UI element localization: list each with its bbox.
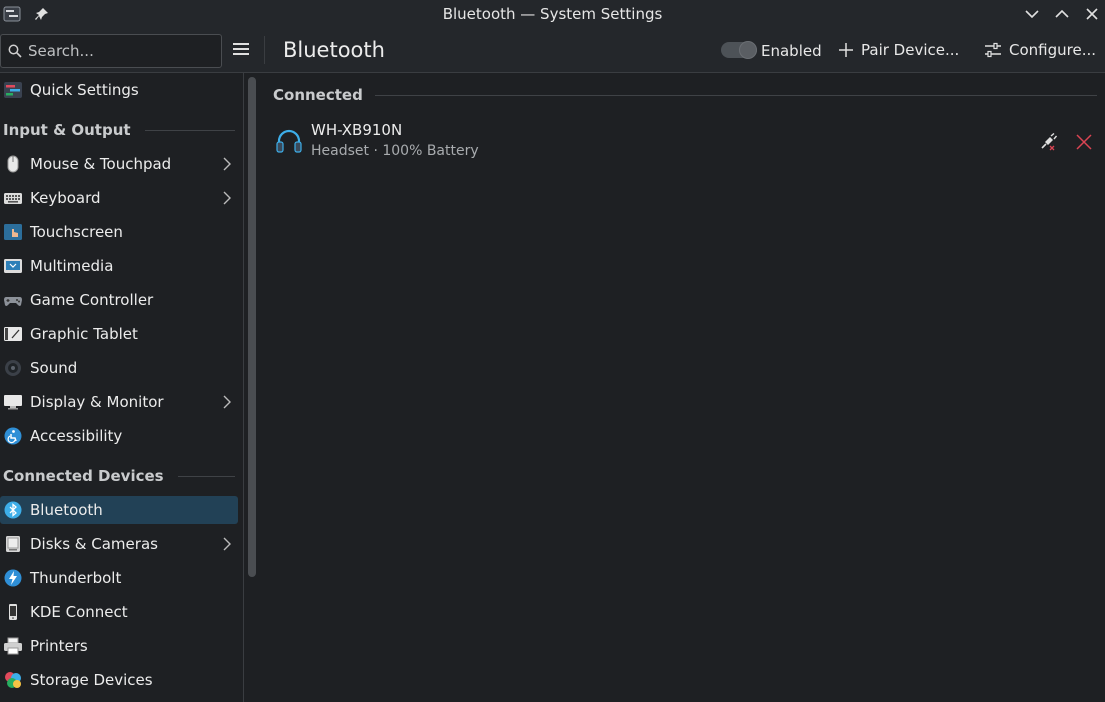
disk-icon	[3, 534, 23, 554]
sidebar-item-bluetooth[interactable]: Bluetooth	[0, 496, 238, 524]
device-subtitle: Headset · 100% Battery	[311, 143, 479, 159]
sidebar-item-thunderbolt[interactable]: Thunderbolt	[0, 564, 238, 592]
monitor-icon	[3, 392, 23, 412]
close-icon	[1076, 134, 1092, 150]
sidebar-item-sound[interactable]: Sound	[0, 354, 238, 382]
configure-button[interactable]: Configure...	[984, 41, 1096, 59]
section-header-connected-devices: Connected Devices	[3, 465, 235, 487]
quick-settings-icon	[3, 80, 23, 100]
sidebar-item-label: Multimedia	[30, 257, 114, 275]
sidebar-item-label: Keyboard	[30, 189, 101, 207]
hamburger-menu-icon[interactable]	[232, 41, 252, 59]
chevron-right-icon	[223, 537, 231, 551]
touchscreen-icon	[3, 222, 23, 242]
sidebar-item-display-monitor[interactable]: Display & Monitor	[0, 388, 238, 416]
sidebar-item-label: Storage Devices	[30, 671, 153, 689]
sidebar-item-label: Display & Monitor	[30, 393, 164, 411]
sidebar-item-label: KDE Connect	[30, 603, 128, 621]
main-content: Connected WH-XB910N Headset · 100% Batte…	[265, 73, 1105, 702]
search-box[interactable]	[0, 34, 222, 68]
sidebar-item-graphic-tablet[interactable]: Graphic Tablet	[0, 320, 238, 348]
device-row[interactable]: WH-XB910N Headset · 100% Battery	[273, 115, 1101, 167]
disconnect-button[interactable]	[1037, 131, 1059, 153]
accessibility-icon	[3, 426, 23, 446]
toggle-knob	[739, 41, 757, 59]
keyboard-icon	[3, 188, 23, 208]
sidebar-item-label: Graphic Tablet	[30, 325, 138, 343]
pair-device-label: Pair Device...	[861, 41, 960, 59]
section-header-input-output: Input & Output	[3, 119, 235, 141]
sidebar-item-disks-cameras[interactable]: Disks & Cameras	[0, 530, 238, 558]
bluetooth-icon	[3, 500, 23, 520]
device-name: WH-XB910N	[311, 121, 403, 139]
chevron-right-icon	[223, 395, 231, 409]
sidebar-item-multimedia[interactable]: Multimedia	[0, 252, 238, 280]
disconnect-icon	[1041, 133, 1057, 151]
sidebar-item-label: Sound	[30, 359, 78, 377]
speaker-icon	[3, 358, 23, 378]
title-bar: Bluetooth — System Settings	[0, 0, 1105, 28]
search-icon	[8, 44, 22, 58]
section-divider	[374, 94, 1097, 96]
section-divider	[144, 129, 235, 131]
mouse-icon	[3, 154, 23, 174]
maximize-button[interactable]	[1051, 4, 1073, 24]
section-header-connected: Connected	[273, 86, 1097, 104]
toolbar-divider	[264, 36, 265, 64]
gamepad-icon	[3, 290, 23, 310]
section-header-label: Connected Devices	[3, 467, 164, 485]
sidebar-item-label: Mouse & Touchpad	[30, 155, 172, 173]
sidebar-item-label: Printers	[30, 637, 88, 655]
sidebar-item-touchscreen[interactable]: Touchscreen	[0, 218, 238, 246]
pair-device-button[interactable]: Pair Device...	[838, 41, 959, 59]
minimize-button[interactable]	[1021, 4, 1043, 24]
sidebar-item-keyboard[interactable]: Keyboard	[0, 184, 238, 212]
sidebar-item-label: Touchscreen	[30, 223, 123, 241]
toolbar: Bluetooth Enabled Pair Device... Configu…	[0, 28, 1105, 73]
sidebar-item-label: Bluetooth	[30, 501, 103, 519]
thunderbolt-icon	[3, 568, 23, 588]
storage-devices-icon	[3, 670, 23, 690]
section-divider	[177, 475, 235, 477]
sidebar-item-label: Accessibility	[30, 427, 123, 445]
sidebar-item-label: Game Controller	[30, 291, 154, 309]
printer-icon	[3, 636, 23, 656]
section-header-label: Connected	[273, 86, 363, 104]
headphones-icon	[276, 129, 302, 153]
chevron-right-icon	[223, 191, 231, 205]
sidebar-item-printers[interactable]: Printers	[0, 632, 238, 660]
multimedia-icon	[3, 256, 23, 276]
phone-icon	[3, 602, 23, 622]
configure-icon	[985, 42, 1001, 58]
sidebar-item-label: Thunderbolt	[30, 569, 122, 587]
sidebar-item-quick-settings[interactable]: Quick Settings	[0, 76, 238, 104]
section-header-label: Input & Output	[3, 121, 131, 139]
sidebar-item-accessibility[interactable]: Accessibility	[0, 422, 238, 450]
sidebar-item-label: Quick Settings	[30, 81, 139, 99]
window-title: Bluetooth — System Settings	[442, 5, 663, 23]
sidebar-item-kde-connect[interactable]: KDE Connect	[0, 598, 238, 626]
chevron-right-icon	[223, 157, 231, 171]
bluetooth-enabled-toggle[interactable]	[721, 41, 757, 59]
sidebar-item-mouse-touchpad[interactable]: Mouse & Touchpad	[0, 150, 238, 178]
remove-device-button[interactable]	[1073, 131, 1095, 153]
search-input[interactable]	[26, 41, 210, 61]
sidebar-item-storage-devices[interactable]: Storage Devices	[0, 666, 238, 694]
graphic-tablet-icon	[3, 324, 23, 344]
configure-label: Configure...	[1009, 41, 1097, 59]
close-window-button[interactable]	[1081, 4, 1103, 24]
sidebar: Quick Settings Input & Output Mouse & To…	[0, 73, 244, 702]
sidebar-scrollbar[interactable]	[248, 77, 256, 577]
page-title: Bluetooth	[283, 38, 385, 62]
sidebar-item-game-controller[interactable]: Game Controller	[0, 286, 238, 314]
enabled-label: Enabled	[761, 42, 822, 60]
sidebar-item-label: Disks & Cameras	[30, 535, 158, 553]
plus-icon	[839, 43, 853, 57]
